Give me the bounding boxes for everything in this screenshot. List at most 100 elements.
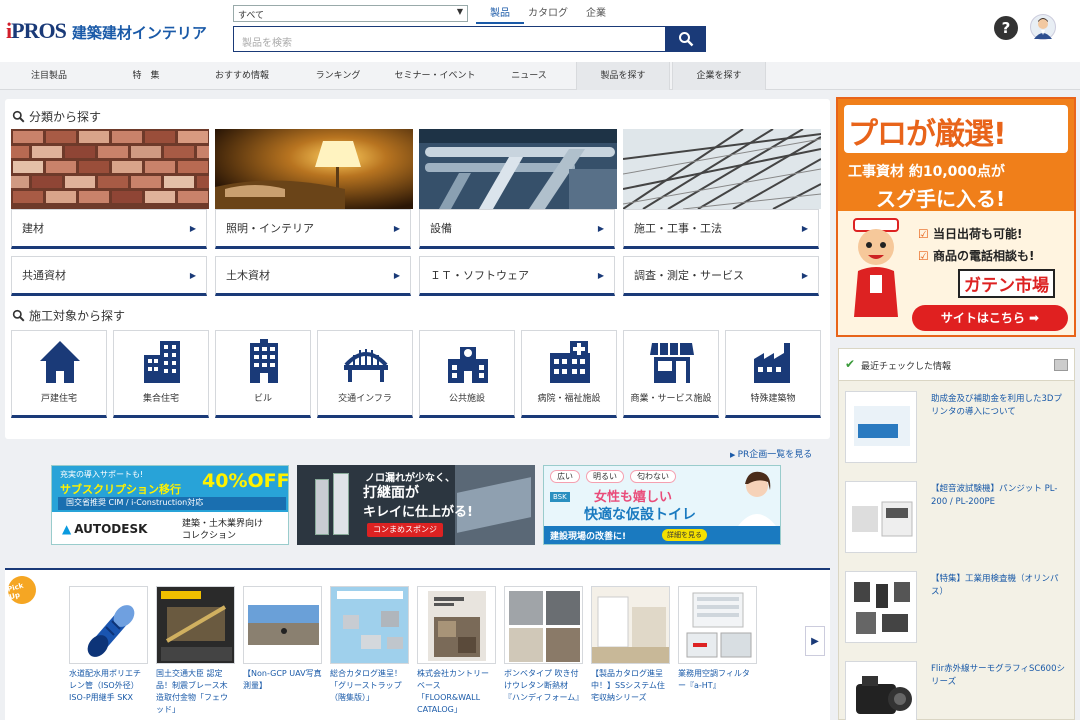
target-building[interactable]: ビル	[215, 330, 311, 418]
product-caption: 株式会社カントリーベース「FLOOR&WALL CATALOG」	[417, 669, 489, 714]
tab-products[interactable]: 製品	[476, 4, 524, 24]
category-survey-service[interactable]: 調査・測定・サービス ▶	[623, 256, 819, 296]
nav-ranking[interactable]: ランキング	[308, 62, 368, 90]
category-it-software[interactable]: ＩＴ・ソフトウェア ▶	[419, 256, 615, 296]
banner-text: 快適な仮設トイレ	[584, 507, 696, 523]
chevron-right-icon: ▶	[597, 223, 604, 233]
product-thumbnail	[504, 586, 583, 664]
recent-header: ✔ 最近チェックした情報	[839, 349, 1074, 381]
pickup-card[interactable]: 業務用空調フィルター『a-HT』	[678, 586, 757, 716]
construction-photo[interactable]	[623, 129, 821, 209]
ad-site-button[interactable]: サイトはこちら ➡	[912, 305, 1068, 331]
gaten-ichiba-ad[interactable]: プロが厳選! 工事資材 約10,000点が スグ手に入る! ☑ 当日出荷も可能!…	[836, 97, 1076, 337]
product-thumbnail	[156, 586, 235, 664]
pickup-card[interactable]: 国土交通大臣 認定品！制震ブレース木造取付金物「フェウッド」	[156, 586, 235, 716]
nav-find-companies[interactable]: 企業を探す	[672, 62, 766, 90]
nav-recommended[interactable]: おすすめ情報	[206, 62, 278, 90]
target-hospital-welfare[interactable]: 病院・福祉施設	[521, 330, 617, 418]
lighting-photo[interactable]	[215, 129, 413, 209]
target-label: 商業・サービス施設	[630, 394, 712, 404]
brick-photo[interactable]	[11, 129, 209, 209]
banner-text: サブスクリプション移行	[60, 483, 181, 496]
pickup-card[interactable]: 水道配水用ポリエチレン管（ISO外径）ISO-P用継手 SKX	[69, 586, 148, 716]
bridge-icon	[344, 349, 388, 382]
tab-catalogs[interactable]: カタログ	[524, 4, 572, 24]
banner-tag: 広い	[550, 470, 580, 483]
target-transport-infra[interactable]: 交通インフラ	[317, 330, 413, 418]
banner-text: コンまめスポンジ	[367, 523, 443, 537]
product-thumbnail	[69, 586, 148, 664]
nav-special[interactable]: 特 集	[118, 62, 174, 90]
target-label: 戸建住宅	[40, 394, 77, 404]
site-name: 建築建材インテリア	[71, 24, 207, 42]
ad-text: スグ手に入る!	[876, 187, 1006, 211]
banner-text: 建築・土木業界向け コレクション	[182, 518, 263, 542]
search-scope-select[interactable]: すべて ▼	[233, 5, 468, 22]
target-label: 病院・福祉施設	[537, 394, 601, 404]
pickup-card[interactable]: 総合カタログ進呈！「グリーストラップ（階集版）」	[330, 586, 409, 716]
factory-icon	[754, 343, 790, 383]
banner-text: 国交省推奨 CIM / i-Construction対応	[58, 497, 286, 510]
category-building-materials[interactable]: 建材 ▶	[11, 209, 207, 249]
site-logo[interactable]: iPROS 建築建材インテリア	[6, 18, 207, 44]
target-apartment[interactable]: 集合住宅	[113, 330, 209, 418]
search-input[interactable]: 製品を検索	[233, 26, 666, 52]
product-caption: 業務用空調フィルター『a-HT』	[678, 669, 750, 690]
nav-news[interactable]: ニュース	[500, 62, 558, 90]
recent-thumbnail	[845, 661, 917, 720]
banner-temp-toilet[interactable]: 広い 明るい 匂わない BSK 女性も嬉しい 快適な仮設トイレ 建設現場の改善に…	[543, 465, 781, 545]
category-civil-materials[interactable]: 土木資材 ▶	[215, 256, 411, 296]
chevron-down-icon: ▼	[456, 7, 463, 16]
ad-headline: プロが厳選!	[848, 117, 1007, 152]
target-commercial[interactable]: 商業・サービス施設	[623, 330, 719, 418]
category-equipment[interactable]: 設備 ▶	[419, 209, 615, 249]
nav-find-products[interactable]: 製品を探す	[576, 62, 670, 90]
chevron-right-icon: ▶	[393, 270, 400, 280]
banner-text: 打継面が	[363, 485, 419, 501]
recent-item[interactable]: Flir赤外線サーモグラフィSC600シリーズ	[845, 661, 1069, 720]
nav-featured[interactable]: 注目製品	[20, 62, 78, 90]
search-button[interactable]	[666, 26, 706, 52]
target-detached-house[interactable]: 戸建住宅	[11, 330, 107, 418]
pickup-card[interactable]: ボンベタイプ 吹き付けウレタン断熱材『ハンディフォーム』	[504, 586, 583, 716]
category-construction[interactable]: 施工・工事・工法 ▶	[623, 209, 819, 249]
pickup-card[interactable]: 株式会社カントリーベース「FLOOR&WALL CATALOG」	[417, 586, 496, 716]
category-lighting-interior[interactable]: 照明・インテリア ▶	[215, 209, 411, 249]
pickup-section: Pick Up 水道配水用ポリエチレン管（ISO外径）ISO-P用継手 SKX …	[4, 568, 830, 720]
product-caption: 総合カタログ進呈！「グリーストラップ（階集版）」	[330, 669, 402, 702]
equipment-photo[interactable]	[419, 129, 617, 209]
nav-seminar[interactable]: セミナー・イベント	[388, 62, 482, 90]
banner-concrete-sponge[interactable]: ノロ漏れが少なく、 打継面が キレイに仕上がる! コンまめスポンジ	[297, 465, 535, 545]
user-avatar-icon[interactable]	[1030, 14, 1056, 40]
tab-companies[interactable]: 企業	[572, 4, 620, 24]
banner-detail-button[interactable]: 詳細を見る	[662, 529, 707, 541]
pr-list-link[interactable]: ▶ PR企画一覧を見る	[730, 447, 812, 460]
banner-autodesk[interactable]: 充実の導入サポートも! サブスクリプション移行 40%OFF 国交省推奨 CIM…	[51, 465, 289, 545]
ipros-logo: iPROS	[6, 18, 67, 43]
banner-text: 40%OFF	[202, 470, 289, 492]
recent-item[interactable]: 助成金及び補助金を利用した3Dプリンタの導入について	[845, 391, 1069, 471]
category-common-materials[interactable]: 共通資材 ▶	[11, 256, 207, 296]
pickup-card[interactable]: 【製品カタログ進呈中！】SSシステム住宅収納シリーズ	[591, 586, 670, 716]
minimize-icon[interactable]	[1054, 359, 1068, 371]
chevron-right-icon: ▶	[730, 451, 738, 459]
target-title-text: 施工対象から探す	[29, 309, 126, 323]
recent-thumbnail	[845, 481, 917, 553]
pickup-card[interactable]: 【Non-GCP UAV写真測量】	[243, 586, 322, 716]
banner-text: キレイに仕上がる!	[363, 505, 473, 520]
ad-text: 工事資材 約10,000点が	[848, 164, 1005, 180]
mascot-image	[844, 217, 908, 317]
recent-item[interactable]: 【特集】工業用検査機（オリンパス）	[845, 571, 1069, 651]
banner-text: 充実の導入サポートも!	[60, 470, 144, 479]
recent-item[interactable]: 【超音波試験機】パンジット PL-200 / PL-200PE	[845, 481, 1069, 561]
recent-caption: Flir赤外線サーモグラフィSC600シリーズ	[931, 664, 1065, 687]
product-caption: 【Non-GCP UAV写真測量】	[243, 669, 322, 690]
house-icon	[40, 341, 80, 383]
ad-check-text: 商品の電話相談も!	[932, 249, 1035, 263]
help-icon[interactable]: ?	[994, 16, 1018, 40]
carousel-next-button[interactable]: ▶	[805, 626, 825, 656]
target-public-facility[interactable]: 公共施設	[419, 330, 515, 418]
product-thumbnail	[591, 586, 670, 664]
target-special-building[interactable]: 特殊建築物	[725, 330, 821, 418]
recent-title: 最近チェックした情報	[861, 362, 952, 372]
